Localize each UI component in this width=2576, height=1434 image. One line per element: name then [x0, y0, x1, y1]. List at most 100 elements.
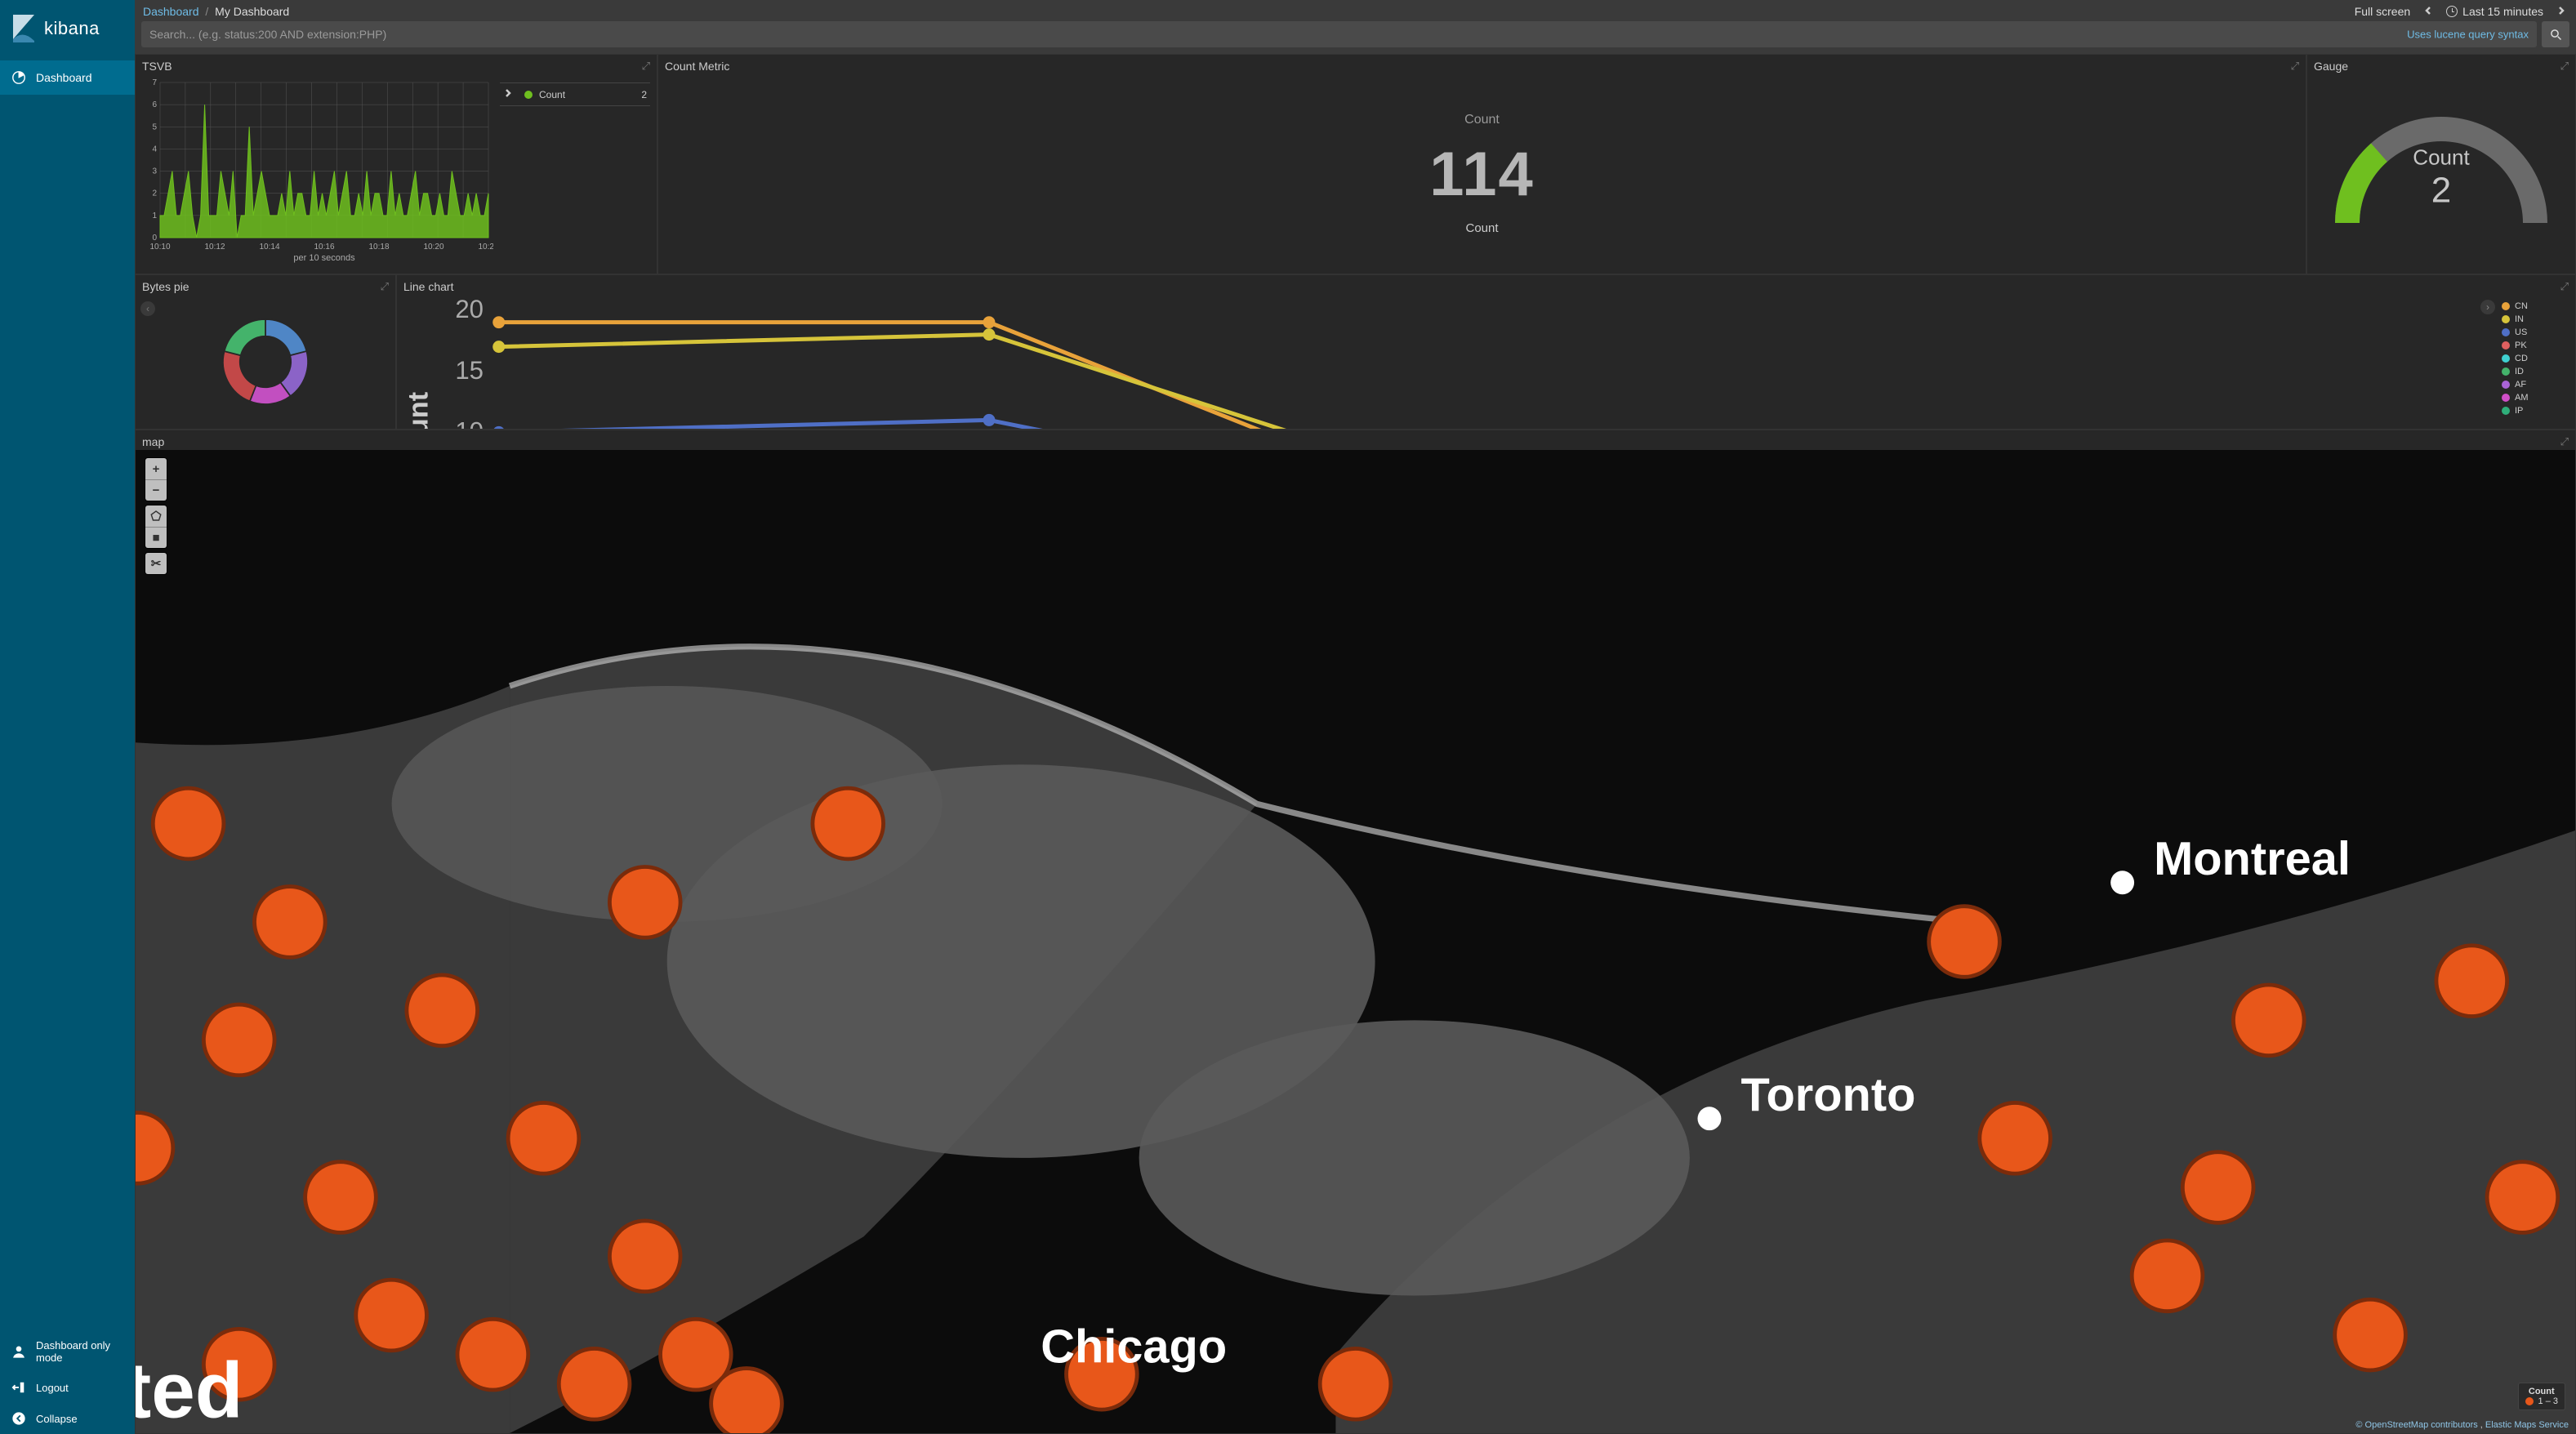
line-legend: › CNINUSPKCDIDAFAMIP	[2485, 295, 2575, 429]
main: Dashboard / My Dashboard Full screen Las…	[135, 0, 2576, 1434]
breadcrumb: Dashboard / My Dashboard	[143, 5, 289, 18]
map-attribution: © OpenStreetMap contributors , Elastic M…	[2355, 1420, 2569, 1430]
svg-text:6: 6	[152, 100, 157, 109]
panel-grid: TSVB ⤢ 0123456710:1010:1210:1410:1610:18…	[135, 54, 2576, 1434]
map-crop-button[interactable]: ✂	[145, 553, 167, 574]
metric-body: Count 114 Count	[658, 74, 2306, 274]
legend-label: CN	[2515, 301, 2528, 311]
panel-title: map	[136, 430, 2575, 450]
legend-label: IN	[2515, 314, 2524, 324]
breadcrumb-current: My Dashboard	[215, 5, 289, 18]
sidebar-item-dashboard-only-mode[interactable]: Dashboard only mode	[0, 1331, 135, 1372]
map-controls: + − ⬠ ■ ✂	[145, 458, 167, 574]
map-zoom-in-button[interactable]: +	[145, 458, 167, 479]
sidebar-item-logout[interactable]: Logout	[0, 1372, 135, 1403]
panel-title: Line chart	[397, 275, 2575, 295]
panel-expand-button[interactable]: ⤢	[2291, 60, 2299, 73]
map-fit-bounds-button[interactable]: ⬠	[145, 505, 167, 527]
panel-expand-button[interactable]: ⤢	[2560, 280, 2569, 293]
legend-item[interactable]: AF	[2490, 378, 2570, 391]
panel-expand-button[interactable]: ⤢	[2560, 435, 2569, 448]
legend-color-dot	[2502, 367, 2510, 376]
svg-text:5: 5	[152, 122, 157, 131]
legend-item[interactable]: CD	[2490, 352, 2570, 365]
tsvb-legend: Count 2	[500, 78, 650, 267]
legend-color-dot	[2502, 341, 2510, 350]
clock-icon	[2446, 6, 2458, 17]
sidebar-item-label: Collapse	[36, 1413, 78, 1425]
sidebar: kibana Dashboard Dashboard only mode	[0, 0, 135, 1434]
svg-text:10:16: 10:16	[314, 243, 334, 252]
svg-text:Chicago: Chicago	[1041, 1320, 1227, 1373]
ems-link[interactable]: Elastic Maps Service	[2485, 1420, 2569, 1430]
map-body[interactable]: MontrealTorontoChicagoUnited + − ⬠ ■ ✂	[136, 450, 2575, 1433]
sidebar-item-label: Logout	[36, 1382, 69, 1394]
map-legend-range: 1 – 3	[2538, 1396, 2558, 1406]
svg-text:10:10: 10:10	[149, 243, 170, 252]
gauge-body[interactable]: Count 2	[2307, 74, 2575, 274]
time-prev-button[interactable]	[2422, 5, 2435, 18]
map-stop-button[interactable]: ■	[145, 527, 167, 548]
sidebar-item-label: Dashboard only mode	[36, 1339, 123, 1364]
legend-toggle-button[interactable]: ›	[2480, 300, 2495, 314]
legend-color-dot	[2502, 315, 2510, 323]
time-label: Last 15 minutes	[2462, 5, 2543, 18]
line-chart[interactable]: 05101520Countsuccessinfosecuritywarninge…	[397, 295, 2485, 429]
legend-item[interactable]: ID	[2490, 365, 2570, 378]
map-zoom-out-button[interactable]: −	[145, 479, 167, 501]
panel-gauge: Gauge ⤢ Count 2	[2306, 54, 2576, 274]
metric-label-top: Count	[1464, 113, 1500, 127]
legend-value: 2	[641, 89, 647, 100]
legend-label: ID	[2515, 367, 2524, 376]
legend-toggle-button[interactable]	[503, 88, 513, 100]
breadcrumb-sep: /	[205, 5, 208, 18]
gauge-label: Count	[2413, 145, 2469, 170]
time-next-button[interactable]	[2555, 5, 2568, 18]
osm-link[interactable]: © OpenStreetMap contributors	[2355, 1420, 2477, 1430]
map-legend-title: Count	[2525, 1387, 2558, 1396]
svg-text:0: 0	[152, 234, 157, 243]
svg-text:per 10 seconds: per 10 seconds	[293, 253, 355, 263]
legend-label: AF	[2515, 380, 2526, 390]
svg-text:10:18: 10:18	[368, 243, 389, 252]
panel-bytes-pie: Bytes pie ⤢ ‹	[135, 274, 396, 430]
panel-title: Bytes pie	[136, 275, 395, 295]
panel-expand-button[interactable]: ⤢	[2560, 60, 2569, 73]
legend-item[interactable]: CN	[2490, 300, 2570, 313]
legend-item[interactable]: PK	[2490, 339, 2570, 352]
search-input[interactable]	[141, 21, 2537, 47]
svg-text:10:14: 10:14	[259, 243, 279, 252]
search-icon	[2550, 29, 2562, 41]
fullscreen-button[interactable]: Full screen	[2355, 5, 2410, 18]
legend-color-dot	[2502, 394, 2510, 402]
tsvb-chart[interactable]: 0123456710:1010:1210:1410:1610:1810:2010…	[142, 78, 493, 267]
svg-text:United: United	[136, 1347, 243, 1433]
lucene-syntax-link[interactable]: Uses lucene query syntax	[2407, 29, 2529, 41]
logout-icon	[11, 1380, 26, 1395]
breadcrumb-root[interactable]: Dashboard	[143, 5, 199, 18]
legend-color-dot	[524, 91, 533, 99]
brand: kibana	[0, 0, 135, 60]
legend-toggle-button[interactable]: ‹	[140, 301, 155, 316]
legend-item[interactable]: IN	[2490, 313, 2570, 326]
svg-text:20: 20	[455, 295, 484, 323]
svg-text:Montreal: Montreal	[2154, 833, 2351, 885]
legend-label: IP	[2515, 406, 2523, 416]
legend-item[interactable]: IP	[2490, 404, 2570, 417]
panel-expand-button[interactable]: ⤢	[642, 60, 650, 73]
svg-text:10:12: 10:12	[204, 243, 225, 252]
sidebar-item-dashboard[interactable]: Dashboard	[0, 60, 135, 95]
sidebar-item-collapse[interactable]: Collapse	[0, 1403, 135, 1434]
time-picker[interactable]: Last 15 minutes	[2446, 5, 2543, 18]
collapse-icon	[11, 1411, 26, 1426]
legend-color-dot	[2502, 302, 2510, 310]
legend-item[interactable]: AM	[2490, 391, 2570, 404]
panel-expand-button[interactable]: ⤢	[381, 280, 389, 293]
pie-body[interactable]: ‹	[136, 295, 395, 429]
panel-title: Gauge	[2307, 55, 2575, 74]
brand-name: kibana	[44, 18, 100, 39]
user-icon	[11, 1344, 26, 1359]
svg-text:1: 1	[152, 212, 157, 220]
legend-item[interactable]: US	[2490, 326, 2570, 339]
search-button[interactable]	[2542, 21, 2569, 47]
